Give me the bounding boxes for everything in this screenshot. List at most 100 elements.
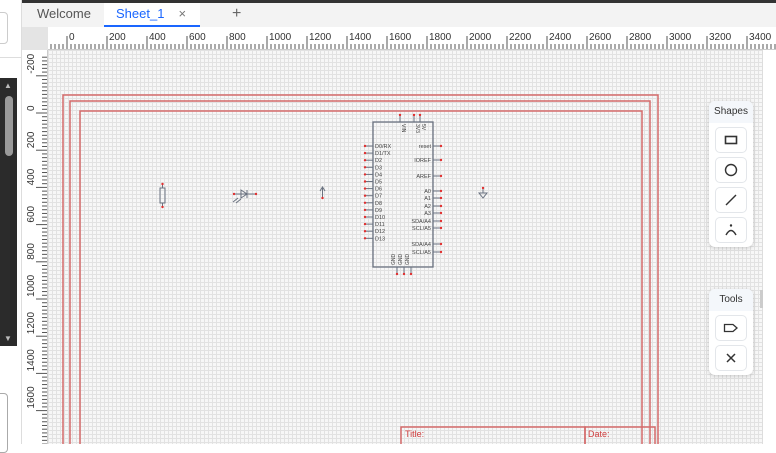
frame-inner [79,110,643,444]
pin-endpoint [395,272,399,276]
ruler-label: 1600 [389,32,412,43]
vertical-scrollbar[interactable]: ▲ ▼ [0,78,17,346]
pin-endpoint [363,230,367,233]
pin-endpoint [363,180,367,183]
ruler-label: 0 [69,32,75,43]
ruler-label: 600 [189,32,206,43]
resize-handle[interactable] [760,290,763,308]
add-tab-button[interactable]: + [232,3,241,25]
pin-label: D1/TX [375,151,391,157]
circle-icon [724,163,738,177]
pin-label: A0 [424,189,431,195]
ruler-corner [22,27,48,50]
pin-label: D5 [375,180,382,186]
pin-label: D12 [375,229,385,235]
ruler-label: 2000 [469,32,492,43]
date-label: Date: [588,429,610,439]
tab-bar: Welcome Sheet_1 × + [22,0,776,27]
tab-label: Sheet_1 [116,6,165,21]
resistor [159,182,166,209]
divider [0,57,22,58]
pin-label: D7 [375,194,382,200]
ruler-label: 600 [26,205,37,222]
tab-label: Welcome [37,6,91,21]
no-connect-tool-button[interactable] [715,345,747,371]
ruler-label: 2400 [549,32,572,43]
no-connect-icon [726,353,736,363]
line-tool-button[interactable] [715,187,747,213]
pin-endpoint [439,144,443,148]
pin-label: D6 [375,187,382,193]
net-label-icon [723,323,738,333]
ruler-label: 1200 [26,312,37,335]
tab-sheet-1[interactable]: Sheet_1 × [104,3,200,27]
rectangle-tool-button[interactable] [715,127,747,153]
pin-endpoint [402,272,406,276]
shapes-panel: Shapes [709,101,753,247]
schematic-canvas[interactable]: Title: Date: D0/RX D1/TX D2 D3 D4 D5 D6 D7 D8 D9 D… [48,50,706,444]
pin-label: A1 [424,196,431,202]
pin-endpoint [363,237,367,240]
pin-endpoint [439,211,443,215]
pin-endpoint [363,222,367,226]
pin-endpoint [439,219,443,223]
ruler-label: 400 [26,168,37,185]
scroll-down-icon[interactable]: ▼ [4,334,12,343]
pin-endpoint [363,144,367,148]
pin-label: IOREF [414,158,431,164]
ruler-label: -200 [26,53,37,73]
scroll-up-icon[interactable]: ▲ [4,81,12,90]
right-strip [762,50,776,444]
pin-label: D11 [375,222,385,228]
pin-endpoint [363,159,367,162]
title-label: Title: [405,429,424,439]
schematic-drawing: Title: Date: D0/RXD1/TXD2D3D4D5D6D7D8D9D… [62,94,659,444]
pin-label: D2 [375,158,382,164]
scrollbar-thumb[interactable] [5,96,13,156]
frame-middle [69,100,651,444]
pin-label: SCL/A5 [412,226,431,232]
pin-label: D10 [375,215,385,221]
pin-label: AREF [416,174,431,180]
pin-endpoint [439,242,443,246]
pin-endpoint [409,272,413,276]
ruler-label: 800 [26,243,37,260]
ruler-label: 0 [26,105,37,111]
power-symbol [319,186,326,200]
pin-endpoint [363,151,367,155]
led [232,189,258,204]
pin-endpoint [439,196,443,200]
circle-tool-button[interactable] [715,157,747,183]
ruler-label: 2200 [509,32,532,43]
ruler-label: 2800 [629,32,652,43]
pin-endpoint [363,208,367,212]
drawing-frame [62,94,659,444]
pin-label: D4 [375,172,382,178]
net-label-tool-button[interactable] [715,315,747,341]
side-panel-control[interactable] [0,393,8,453]
pin-endpoint [418,113,422,117]
pin-endpoint [363,201,367,204]
pin-label: SDA/A4 [411,242,431,248]
pin-endpoint [363,173,367,176]
arc-tool-button[interactable] [715,217,747,243]
ruler-label: 2600 [589,32,612,43]
pin-label: D8 [375,201,382,207]
pin-label: 3V3 [414,124,420,133]
tools-panel: Tools [709,289,753,375]
ruler-label: 3200 [709,32,732,43]
ruler-label: 1400 [26,349,37,372]
pin-label: D3 [375,165,382,171]
pin-endpoint [398,113,402,117]
frame-outer [62,94,659,444]
pin-label: VIN [400,124,406,133]
tab-welcome[interactable]: Welcome [25,3,103,27]
close-tab-icon[interactable]: × [178,6,186,21]
pin-endpoint [439,250,443,254]
tools-panel-title: Tools [709,289,753,311]
ruler-label: 800 [229,32,246,43]
pin-label: A3 [424,211,431,217]
horizontal-ruler: 0 200 400 600 800 1000 1200 1400 1600 1800 2000 220… [48,27,776,50]
side-panel-control[interactable] [0,12,8,44]
line-icon [725,194,737,206]
